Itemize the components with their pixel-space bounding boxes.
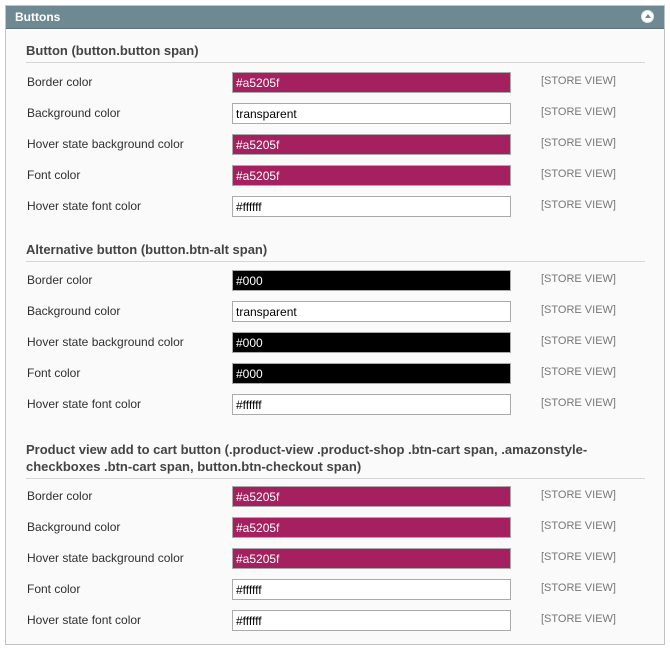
- scope-label: [STORE VIEW]: [541, 366, 616, 378]
- color-input[interactable]: [232, 301, 511, 322]
- config-row: Hover state font color [STORE VIEW]: [26, 394, 645, 415]
- field-label: Background color: [27, 304, 121, 318]
- field-label: Font color: [27, 168, 81, 182]
- section-title: Button (button.button span): [26, 42, 645, 63]
- field-label: Border color: [27, 273, 93, 287]
- color-input[interactable]: [232, 517, 511, 538]
- config-row: Font color [STORE VIEW]: [26, 363, 645, 384]
- section-button: Button (button.button span): [26, 42, 645, 63]
- config-row: Font color [STORE VIEW]: [26, 579, 645, 600]
- field-label: Font color: [27, 366, 81, 380]
- section-title-line: checkboxes .btn-cart span, button.btn-ch…: [26, 459, 362, 474]
- field-label: Border color: [27, 75, 93, 89]
- scope-label: [STORE VIEW]: [541, 582, 616, 594]
- scope-label: [STORE VIEW]: [541, 397, 616, 409]
- color-input[interactable]: [232, 72, 511, 93]
- field-label: Hover state background color: [27, 335, 184, 349]
- scope-label: [STORE VIEW]: [541, 613, 616, 625]
- color-input[interactable]: [232, 196, 511, 217]
- color-input[interactable]: [232, 134, 511, 155]
- section-cart-button: Product view add to cart button (.produc…: [26, 441, 645, 479]
- field-label: Hover state font color: [27, 199, 142, 213]
- color-input[interactable]: [232, 548, 511, 569]
- field-label: Background color: [27, 520, 121, 534]
- color-input[interactable]: [232, 363, 511, 384]
- config-row: Hover state font color [STORE VIEW]: [26, 196, 645, 217]
- section-title: Product view add to cart button (.produc…: [26, 441, 645, 479]
- config-row: Hover state font color [STORE VIEW]: [26, 610, 645, 631]
- scope-label: [STORE VIEW]: [541, 520, 616, 532]
- color-input[interactable]: [232, 579, 511, 600]
- color-input[interactable]: [232, 270, 511, 291]
- field-label: Hover state background color: [27, 137, 184, 151]
- panel-header[interactable]: Buttons: [6, 6, 664, 29]
- scope-label: [STORE VIEW]: [541, 137, 616, 149]
- field-label: Hover state font color: [27, 613, 142, 627]
- scope-label: [STORE VIEW]: [541, 489, 616, 501]
- config-row: Background color [STORE VIEW]: [26, 517, 645, 538]
- section-title-line: Product view add to cart button (.produc…: [26, 442, 588, 457]
- section-alt-button: Alternative button (button.btn-alt span): [26, 241, 645, 262]
- scope-label: [STORE VIEW]: [541, 273, 616, 285]
- buttons-config-panel: Buttons Button (button.button span) Bord…: [5, 5, 665, 645]
- config-row: Border color [STORE VIEW]: [26, 72, 645, 93]
- config-row: Background color [STORE VIEW]: [26, 301, 645, 322]
- collapse-icon[interactable]: [641, 10, 654, 23]
- scope-label: [STORE VIEW]: [541, 551, 616, 563]
- color-input[interactable]: [232, 486, 511, 507]
- field-label: Background color: [27, 106, 121, 120]
- config-row: Hover state background color [STORE VIEW…: [26, 134, 645, 155]
- config-row: Hover state background color [STORE VIEW…: [26, 332, 645, 353]
- scope-label: [STORE VIEW]: [541, 304, 616, 316]
- field-label: Hover state background color: [27, 551, 184, 565]
- field-label: Border color: [27, 489, 93, 503]
- scope-label: [STORE VIEW]: [541, 199, 616, 211]
- color-input[interactable]: [232, 394, 511, 415]
- scope-label: [STORE VIEW]: [541, 106, 616, 118]
- config-row: Border color [STORE VIEW]: [26, 486, 645, 507]
- color-input[interactable]: [232, 332, 511, 353]
- color-input[interactable]: [232, 165, 511, 186]
- scope-label: [STORE VIEW]: [541, 168, 616, 180]
- field-label: Hover state font color: [27, 397, 142, 411]
- field-label: Font color: [27, 582, 81, 596]
- scope-label: [STORE VIEW]: [541, 75, 616, 87]
- scope-label: [STORE VIEW]: [541, 335, 616, 347]
- config-row: Font color [STORE VIEW]: [26, 165, 645, 186]
- section-title: Alternative button (button.btn-alt span): [26, 241, 645, 262]
- config-row: Border color [STORE VIEW]: [26, 270, 645, 291]
- color-input[interactable]: [232, 103, 511, 124]
- panel-title: Buttons: [15, 10, 61, 24]
- config-row: Background color [STORE VIEW]: [26, 103, 645, 124]
- config-row: Hover state background color [STORE VIEW…: [26, 548, 645, 569]
- color-input[interactable]: [232, 610, 511, 631]
